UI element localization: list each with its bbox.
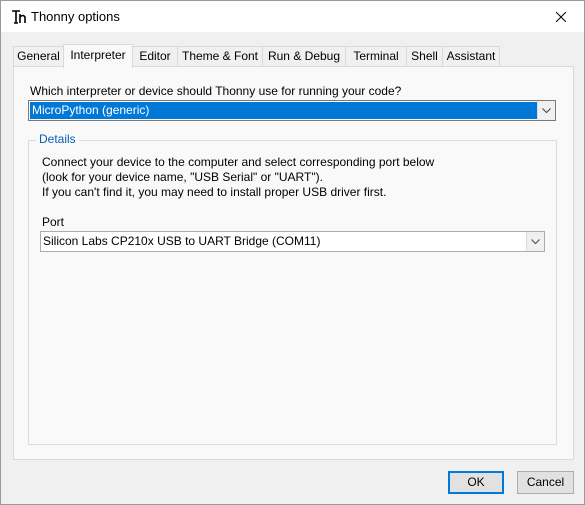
interpreter-question: Which interpreter or device should Thonn… — [30, 84, 402, 98]
details-info-line: Connect your device to the computer and … — [42, 155, 435, 169]
tab-interpreter[interactable]: Interpreter — [63, 44, 133, 68]
window-title: Thonny options — [31, 9, 120, 24]
interpreter-selected-value: MicroPython (generic) — [30, 102, 537, 119]
interpreter-select[interactable]: MicroPython (generic) — [28, 100, 556, 121]
port-dropdown-arrow[interactable] — [526, 232, 544, 251]
details-info-line: (look for your device name, "USB Serial"… — [42, 170, 323, 184]
tab-run-debug[interactable]: Run & Debug — [262, 46, 346, 66]
close-button[interactable] — [538, 1, 584, 32]
chevron-down-icon — [542, 107, 551, 113]
cancel-button[interactable]: Cancel — [517, 471, 574, 494]
port-selected-value: Silicon Labs CP210x USB to UART Bridge (… — [43, 234, 321, 248]
options-dialog: Thonny options General Interpreter Edito… — [0, 0, 585, 505]
chevron-down-icon — [531, 238, 540, 244]
details-legend: Details — [36, 132, 79, 146]
tab-shell[interactable]: Shell — [406, 46, 443, 66]
port-label: Port — [42, 215, 65, 229]
details-info-line: If you can't find it, you may need to in… — [42, 185, 387, 199]
tab-editor[interactable]: Editor — [132, 46, 178, 66]
tab-terminal[interactable]: Terminal — [345, 46, 407, 66]
close-icon — [556, 11, 566, 22]
tab-assistant[interactable]: Assistant — [442, 46, 500, 66]
title-bar: Thonny options — [1, 1, 584, 32]
tab-general[interactable]: General — [13, 46, 64, 66]
ok-button[interactable]: OK — [448, 471, 504, 494]
port-select[interactable]: Silicon Labs CP210x USB to UART Bridge (… — [40, 231, 545, 252]
thonny-logo-icon — [12, 10, 26, 24]
tab-theme-font[interactable]: Theme & Font — [177, 46, 263, 66]
interpreter-dropdown-arrow[interactable] — [537, 101, 555, 120]
